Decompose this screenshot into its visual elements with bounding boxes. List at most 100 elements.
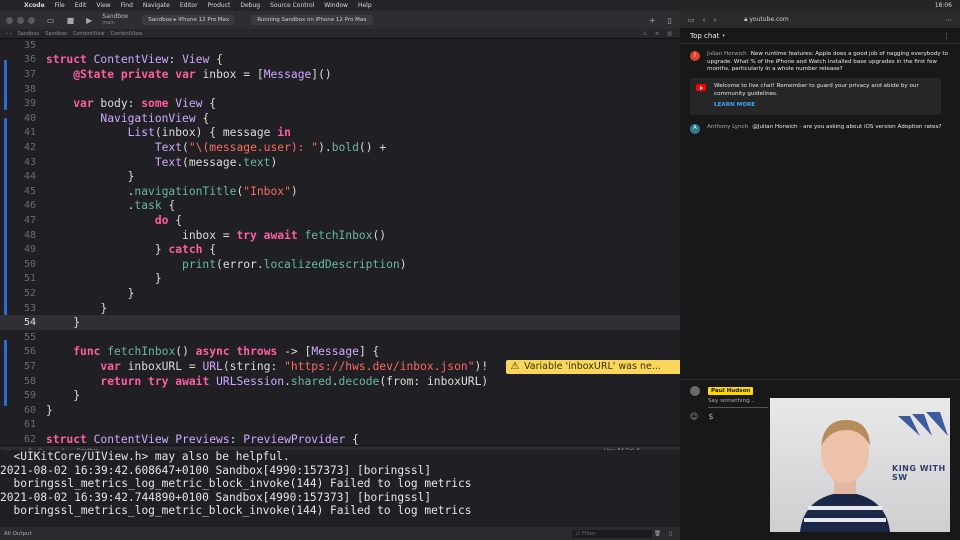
- code-line[interactable]: 41 List(inbox) { message in: [0, 126, 680, 141]
- menu-debug[interactable]: Debug: [240, 2, 260, 9]
- line-number[interactable]: 57: [0, 361, 36, 372]
- menu-app-name[interactable]: Xcode: [24, 2, 45, 9]
- line-number[interactable]: 58: [0, 376, 36, 387]
- menu-window[interactable]: Window: [324, 2, 348, 9]
- line-number[interactable]: 45: [0, 186, 36, 197]
- code-line[interactable]: 60}: [0, 403, 680, 418]
- line-number[interactable]: 36: [0, 54, 36, 65]
- destination-selector[interactable]: Sandbox ▸ iPhone 12 Pro Max: [142, 15, 236, 25]
- chat-title[interactable]: Top chat: [690, 32, 719, 40]
- console-output[interactable]: <UIKitCore/UIView.h> may also be helpful…: [0, 450, 680, 522]
- line-number[interactable]: 42: [0, 142, 36, 153]
- code-line[interactable]: 49 } catch {: [0, 242, 680, 257]
- code-line[interactable]: 36 struct ContentView: View {: [0, 53, 680, 68]
- code-line[interactable]: 43 Text(message.text): [0, 155, 680, 170]
- run-icon[interactable]: ▶: [86, 16, 92, 25]
- code-line[interactable]: 62 struct ContentView_Previews: PreviewPr…: [0, 432, 680, 445]
- line-number[interactable]: 44: [0, 171, 36, 182]
- line-number[interactable]: 38: [0, 84, 36, 95]
- jumpbar-symbol[interactable]: ContentView: [111, 31, 143, 37]
- chat-author[interactable]: Julian Horwich: [707, 51, 747, 57]
- code-line[interactable]: 54 }: [0, 315, 680, 330]
- line-number[interactable]: 39: [0, 98, 36, 109]
- avatar[interactable]: J: [690, 51, 700, 61]
- code-line[interactable]: 40 NavigationView {: [0, 111, 680, 126]
- line-number[interactable]: 50: [0, 259, 36, 270]
- line-number[interactable]: 46: [0, 200, 36, 211]
- editor-options-icon[interactable]: ≡: [655, 31, 659, 37]
- split-console-icon[interactable]: ▯: [669, 531, 672, 537]
- warning-banner[interactable]: ⚠ Variable 'inboxURL' was ne...: [506, 359, 680, 374]
- menu-edit[interactable]: Edit: [75, 2, 87, 9]
- chat-author[interactable]: Anthony Lynch: [707, 124, 748, 130]
- close-window-button[interactable]: [6, 16, 13, 24]
- code-line[interactable]: 55: [0, 330, 680, 345]
- menu-file[interactable]: File: [55, 2, 65, 9]
- chat-message-input[interactable]: Say something...: [708, 398, 755, 404]
- menu-help[interactable]: Help: [358, 2, 372, 9]
- line-number[interactable]: 41: [0, 127, 36, 138]
- line-number[interactable]: 48: [0, 230, 36, 241]
- line-number[interactable]: 59: [0, 390, 36, 401]
- code-line[interactable]: 58 return try await URLSession.shared.de…: [0, 374, 680, 389]
- line-number[interactable]: 54: [0, 317, 36, 328]
- line-number[interactable]: 61: [0, 419, 36, 430]
- code-line[interactable]: 53 }: [0, 301, 680, 316]
- code-line[interactable]: 47 do {: [0, 213, 680, 228]
- code-line[interactable]: 50 print(error.localizedDescription): [0, 257, 680, 272]
- menu-source-control[interactable]: Source Control: [270, 2, 314, 9]
- code-line[interactable]: 59 }: [0, 388, 680, 403]
- jumpbar-project[interactable]: Sandbox: [18, 31, 40, 37]
- line-number[interactable]: 60: [0, 405, 36, 416]
- line-number[interactable]: 53: [0, 303, 36, 314]
- code-line[interactable]: 45 .navigationTitle("Inbox"): [0, 184, 680, 199]
- code-line[interactable]: 39 var body: some View {: [0, 96, 680, 111]
- menu-editor[interactable]: Editor: [180, 2, 198, 9]
- line-number[interactable]: 49: [0, 244, 36, 255]
- code-line[interactable]: 48 inbox = try await fetchInbox(): [0, 228, 680, 243]
- code-line[interactable]: 42 Text("\(message.user): ").bold() +: [0, 140, 680, 155]
- sidebar-toggle-icon[interactable]: ▭: [47, 16, 55, 25]
- super-chat-icon[interactable]: $: [708, 412, 713, 421]
- code-line[interactable]: 51 }: [0, 272, 680, 287]
- code-line[interactable]: 44 }: [0, 169, 680, 184]
- inspector-toggle-icon[interactable]: ▯: [668, 16, 672, 25]
- share-icon[interactable]: ⋯: [945, 16, 952, 24]
- line-number[interactable]: 55: [0, 332, 36, 343]
- line-number[interactable]: 35: [0, 40, 36, 51]
- line-number[interactable]: 47: [0, 215, 36, 226]
- emoji-icon[interactable]: ☺: [690, 412, 698, 421]
- code-line[interactable]: 56 func fetchInbox() async throws -> [Me…: [0, 345, 680, 360]
- code-line[interactable]: 61: [0, 418, 680, 433]
- source-editor[interactable]: 35 36 struct ContentView: View {37 @State …: [0, 40, 680, 445]
- zoom-window-button[interactable]: [28, 16, 35, 24]
- sidebar-icon[interactable]: ▭: [688, 16, 695, 24]
- line-number[interactable]: 43: [0, 157, 36, 168]
- more-options-icon[interactable]: ⋮: [943, 32, 950, 40]
- code-line[interactable]: 37 @State private var inbox = [Message](…: [0, 67, 680, 82]
- line-number[interactable]: 40: [0, 113, 36, 124]
- stop-icon[interactable]: ■: [67, 16, 75, 25]
- forward-icon[interactable]: ›: [713, 16, 716, 24]
- output-scope-selector[interactable]: All Output: [4, 531, 32, 537]
- clock[interactable]: 18:06: [935, 2, 952, 9]
- trash-icon[interactable]: 🗑: [654, 531, 661, 537]
- menu-product[interactable]: Product: [208, 2, 231, 9]
- address-bar[interactable]: 🔒︎ youtube.com: [744, 16, 789, 24]
- learn-more-link[interactable]: LEARN MORE: [714, 102, 935, 108]
- menu-view[interactable]: View: [96, 2, 110, 9]
- scheme-selector[interactable]: Sandbox main: [102, 13, 128, 27]
- line-number[interactable]: 52: [0, 288, 36, 299]
- split-editor-icon[interactable]: ▥: [667, 31, 672, 37]
- jumpbar-group[interactable]: Sandbox: [45, 31, 67, 37]
- menu-find[interactable]: Find: [121, 2, 133, 9]
- avatar[interactable]: A: [690, 124, 700, 134]
- jumpbar-file[interactable]: ContentView: [73, 31, 105, 37]
- back-icon[interactable]: ‹: [703, 16, 706, 24]
- chevron-down-icon[interactable]: ▾: [722, 33, 725, 39]
- line-number[interactable]: 37: [0, 69, 36, 80]
- menu-navigate[interactable]: Navigate: [143, 2, 170, 9]
- nav-arrows-icon[interactable]: ‹ ›: [6, 31, 12, 37]
- code-line[interactable]: 46 .task {: [0, 199, 680, 214]
- warning-indicator-icon[interactable]: ⚠: [643, 31, 647, 37]
